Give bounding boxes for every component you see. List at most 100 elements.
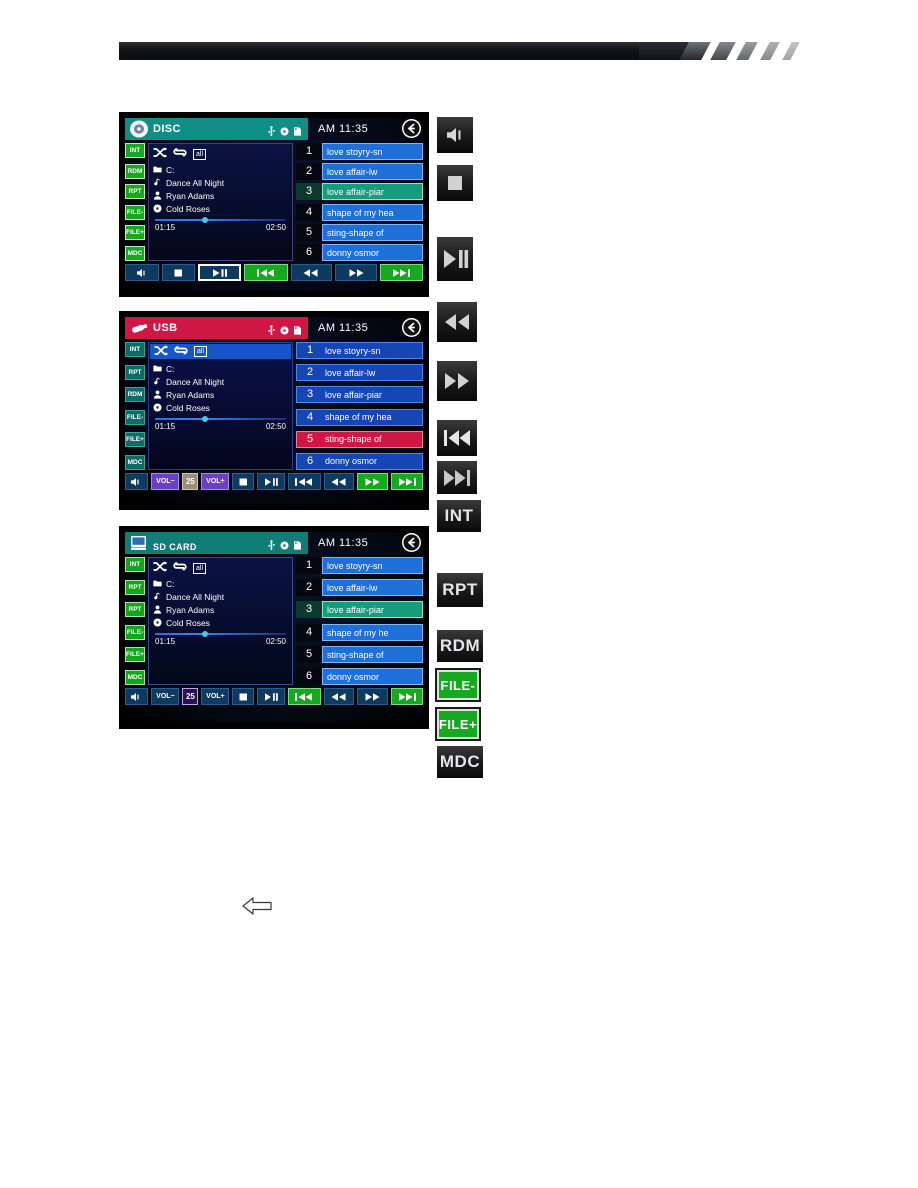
track-row[interactable]: 4 shape of my he — [296, 623, 423, 641]
side-button-rpt[interactable]: RPT — [125, 184, 145, 200]
progress-slider[interactable]: 01:15 02:50 — [153, 631, 288, 646]
track-row-selected[interactable]: 3 love affair-piar — [296, 183, 423, 201]
track-row-selected[interactable]: 3 love affair-piar — [296, 601, 423, 619]
forward-button[interactable] — [357, 688, 388, 705]
track-number: 5 — [296, 645, 322, 663]
track-row[interactable]: 1 love stoyry-sn — [296, 143, 423, 160]
track-row[interactable]: 2 love affair-lw — [296, 364, 423, 382]
volume-down-button[interactable]: VOL− — [151, 473, 180, 490]
previous-track-button[interactable] — [288, 473, 321, 490]
source-chip-sd-card[interactable]: SD CARD — [125, 532, 308, 554]
meta-album: Cold Roses — [153, 401, 288, 414]
next-track-button[interactable] — [379, 264, 423, 281]
track-row[interactable]: 4 shape of my hea — [296, 203, 423, 221]
source-chip-disc[interactable]: DISC — [125, 118, 308, 140]
side-button-int[interactable]: INT — [125, 342, 145, 357]
side-button-rpt-2[interactable]: RPT — [125, 602, 145, 618]
side-button-file-minus[interactable]: FILE- — [125, 409, 145, 425]
stop-button[interactable] — [162, 264, 195, 281]
forward-button[interactable] — [335, 264, 377, 281]
volume-up-button[interactable]: VOL+ — [201, 688, 230, 705]
volume-level: 25 — [182, 688, 199, 705]
track-row[interactable]: 1 love stoyry-sn — [296, 557, 423, 574]
legend-int: INT — [437, 500, 481, 532]
track-row[interactable]: 6 donny osmor — [296, 243, 423, 261]
disc-icon — [129, 120, 149, 138]
side-button-int[interactable]: INT — [125, 143, 145, 158]
shuffle-icon[interactable] — [153, 559, 167, 577]
meta-text: Dance All Night — [166, 591, 225, 602]
previous-track-button[interactable] — [288, 688, 321, 705]
track-row[interactable]: 6 donny osmor — [296, 667, 423, 685]
screen-inner: DISC AM 11:35 INT RDM RPT FILE- FILE+ MD… — [125, 118, 423, 291]
previous-track-button[interactable] — [244, 264, 288, 281]
track-number: 6 — [306, 454, 314, 467]
usb-icon — [267, 323, 276, 335]
side-button-file-plus[interactable]: FILE+ — [125, 647, 145, 663]
shuffle-icon[interactable] — [153, 145, 167, 163]
meta-text: C: — [166, 164, 175, 175]
track-row[interactable]: 4 shape of my hea — [296, 408, 423, 426]
track-row-selected[interactable]: 5 sting-shape of — [296, 430, 423, 448]
repeat-icon[interactable] — [174, 343, 188, 361]
volume-up-button[interactable]: VOL+ — [201, 473, 230, 490]
track-row[interactable]: 1 love stoyry-sn — [296, 342, 423, 359]
progress-knob[interactable] — [201, 631, 208, 637]
next-track-button[interactable] — [390, 688, 423, 705]
next-track-button[interactable] — [390, 473, 423, 490]
track-row[interactable]: 6 donny osmor — [296, 452, 423, 470]
play-pause-button[interactable] — [256, 473, 286, 490]
side-button-int[interactable]: INT — [125, 557, 145, 572]
shuffle-icon[interactable] — [154, 343, 168, 361]
side-button-file-minus[interactable]: FILE- — [125, 624, 145, 640]
meta-text: Cold Roses — [166, 402, 210, 413]
repeat-icon[interactable] — [173, 559, 187, 577]
track-row[interactable]: 3 love affair-piar — [296, 386, 423, 404]
progress-knob[interactable] — [201, 416, 208, 422]
mute-button[interactable] — [125, 688, 149, 705]
track-row[interactable]: 2 love affair-lw — [296, 163, 423, 181]
next-track-icon — [396, 692, 418, 702]
repeat-icon[interactable] — [173, 145, 187, 163]
album-icon — [153, 403, 162, 412]
side-button-mdc[interactable]: MDC — [125, 454, 145, 470]
side-button-mdc[interactable]: MDC — [125, 669, 145, 685]
meta-folder: C: — [153, 577, 288, 590]
legend-mdc: MDC — [437, 746, 483, 778]
track-row[interactable]: 2 love affair-lw — [296, 579, 423, 597]
side-button-rpt[interactable]: RPT — [125, 579, 145, 595]
progress-slider[interactable]: 01:15 02:50 — [153, 416, 288, 431]
forward-button[interactable] — [357, 473, 388, 490]
mute-button[interactable] — [125, 264, 160, 281]
progress-slider[interactable]: 01:15 02:50 — [153, 217, 288, 232]
repeat-scope-badge[interactable]: all — [193, 562, 207, 574]
track-number: 4 — [306, 410, 314, 423]
side-button-mdc[interactable]: MDC — [125, 245, 145, 261]
track-row[interactable]: 5 sting-shape of — [296, 223, 423, 241]
repeat-scope-badge[interactable]: all — [193, 148, 207, 160]
progress-knob[interactable] — [201, 217, 208, 223]
play-pause-button[interactable] — [197, 264, 242, 281]
side-button-rpt[interactable]: RPT — [125, 364, 145, 380]
back-arrow-icon[interactable] — [402, 533, 421, 552]
track-row[interactable]: 5 sting-shape of — [296, 645, 423, 663]
side-button-file-plus[interactable]: FILE+ — [125, 432, 145, 448]
stop-button[interactable] — [232, 688, 254, 705]
rewind-button[interactable] — [323, 473, 355, 490]
mute-icon — [437, 117, 473, 153]
repeat-scope-badge[interactable]: all — [194, 346, 208, 357]
rewind-button[interactable] — [323, 688, 355, 705]
play-pause-button[interactable] — [256, 688, 286, 705]
track-title: love affair-lw — [322, 579, 423, 597]
source-chip-usb[interactable]: USB — [125, 317, 308, 339]
volume-down-button[interactable]: VOL− — [151, 688, 180, 705]
rewind-button[interactable] — [290, 264, 333, 281]
back-arrow-icon[interactable] — [402, 318, 421, 337]
side-button-file-minus[interactable]: FILE- — [125, 204, 145, 220]
side-button-rdm[interactable]: RDM — [125, 163, 145, 179]
mute-button[interactable] — [125, 473, 149, 490]
back-arrow-icon[interactable] — [402, 119, 421, 138]
side-button-rdm[interactable]: RDM — [125, 387, 145, 403]
stop-button[interactable] — [232, 473, 254, 490]
side-button-file-plus[interactable]: FILE+ — [125, 225, 145, 241]
